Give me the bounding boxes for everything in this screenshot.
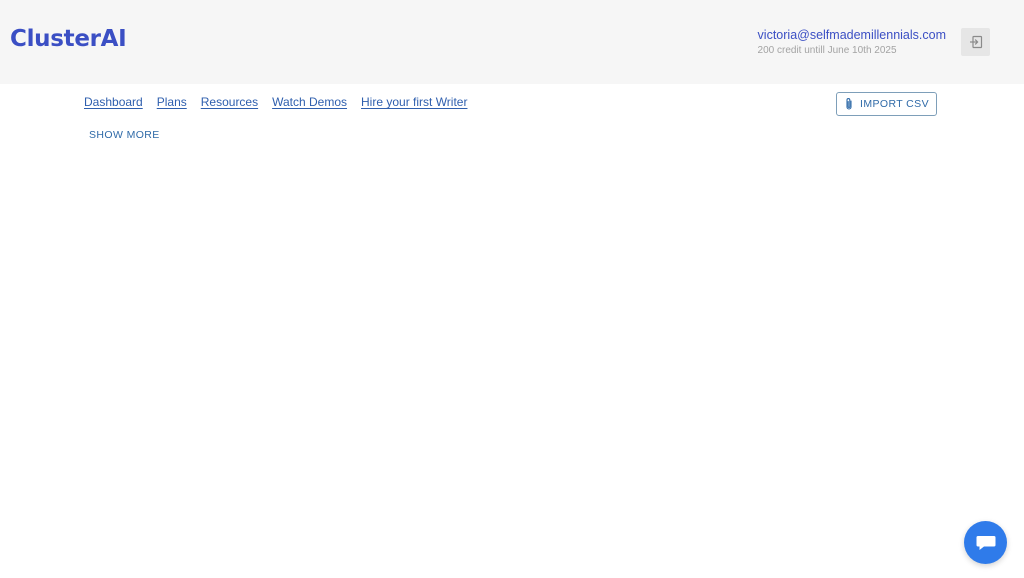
chat-bubble-icon — [976, 535, 995, 550]
nav-link-hire-writer[interactable]: Hire your first Writer — [361, 95, 467, 109]
nav-link-watch-demos[interactable]: Watch Demos — [272, 95, 347, 109]
user-info: victoria@selfmademillennials.com 200 cre… — [758, 27, 946, 59]
chat-button[interactable] — [964, 521, 1007, 564]
nav-link-dashboard[interactable]: Dashboard — [84, 95, 143, 109]
page: ClusterAI victoria@selfmademillennials.c… — [0, 0, 1024, 578]
nav-link-resources[interactable]: Resources — [201, 95, 258, 109]
app-logo[interactable]: ClusterAI — [10, 26, 127, 52]
main-nav: Dashboard Plans Resources Watch Demos Hi… — [84, 95, 467, 109]
import-csv-label: IMPORT CSV — [860, 98, 929, 110]
logout-button[interactable] — [961, 28, 990, 56]
credit-status: 200 credit untill June 10th 2025 — [757, 45, 897, 56]
paperclip-icon — [846, 98, 852, 110]
nav-link-plans[interactable]: Plans — [157, 95, 187, 109]
user-email: victoria@selfmademillennials.com — [757, 28, 946, 42]
import-csv-button[interactable]: IMPORT CSV — [836, 92, 937, 116]
show-more-button[interactable]: SHOW MORE — [89, 129, 160, 141]
logout-icon — [969, 35, 982, 49]
app-header: ClusterAI victoria@selfmademillennials.c… — [0, 0, 1024, 84]
